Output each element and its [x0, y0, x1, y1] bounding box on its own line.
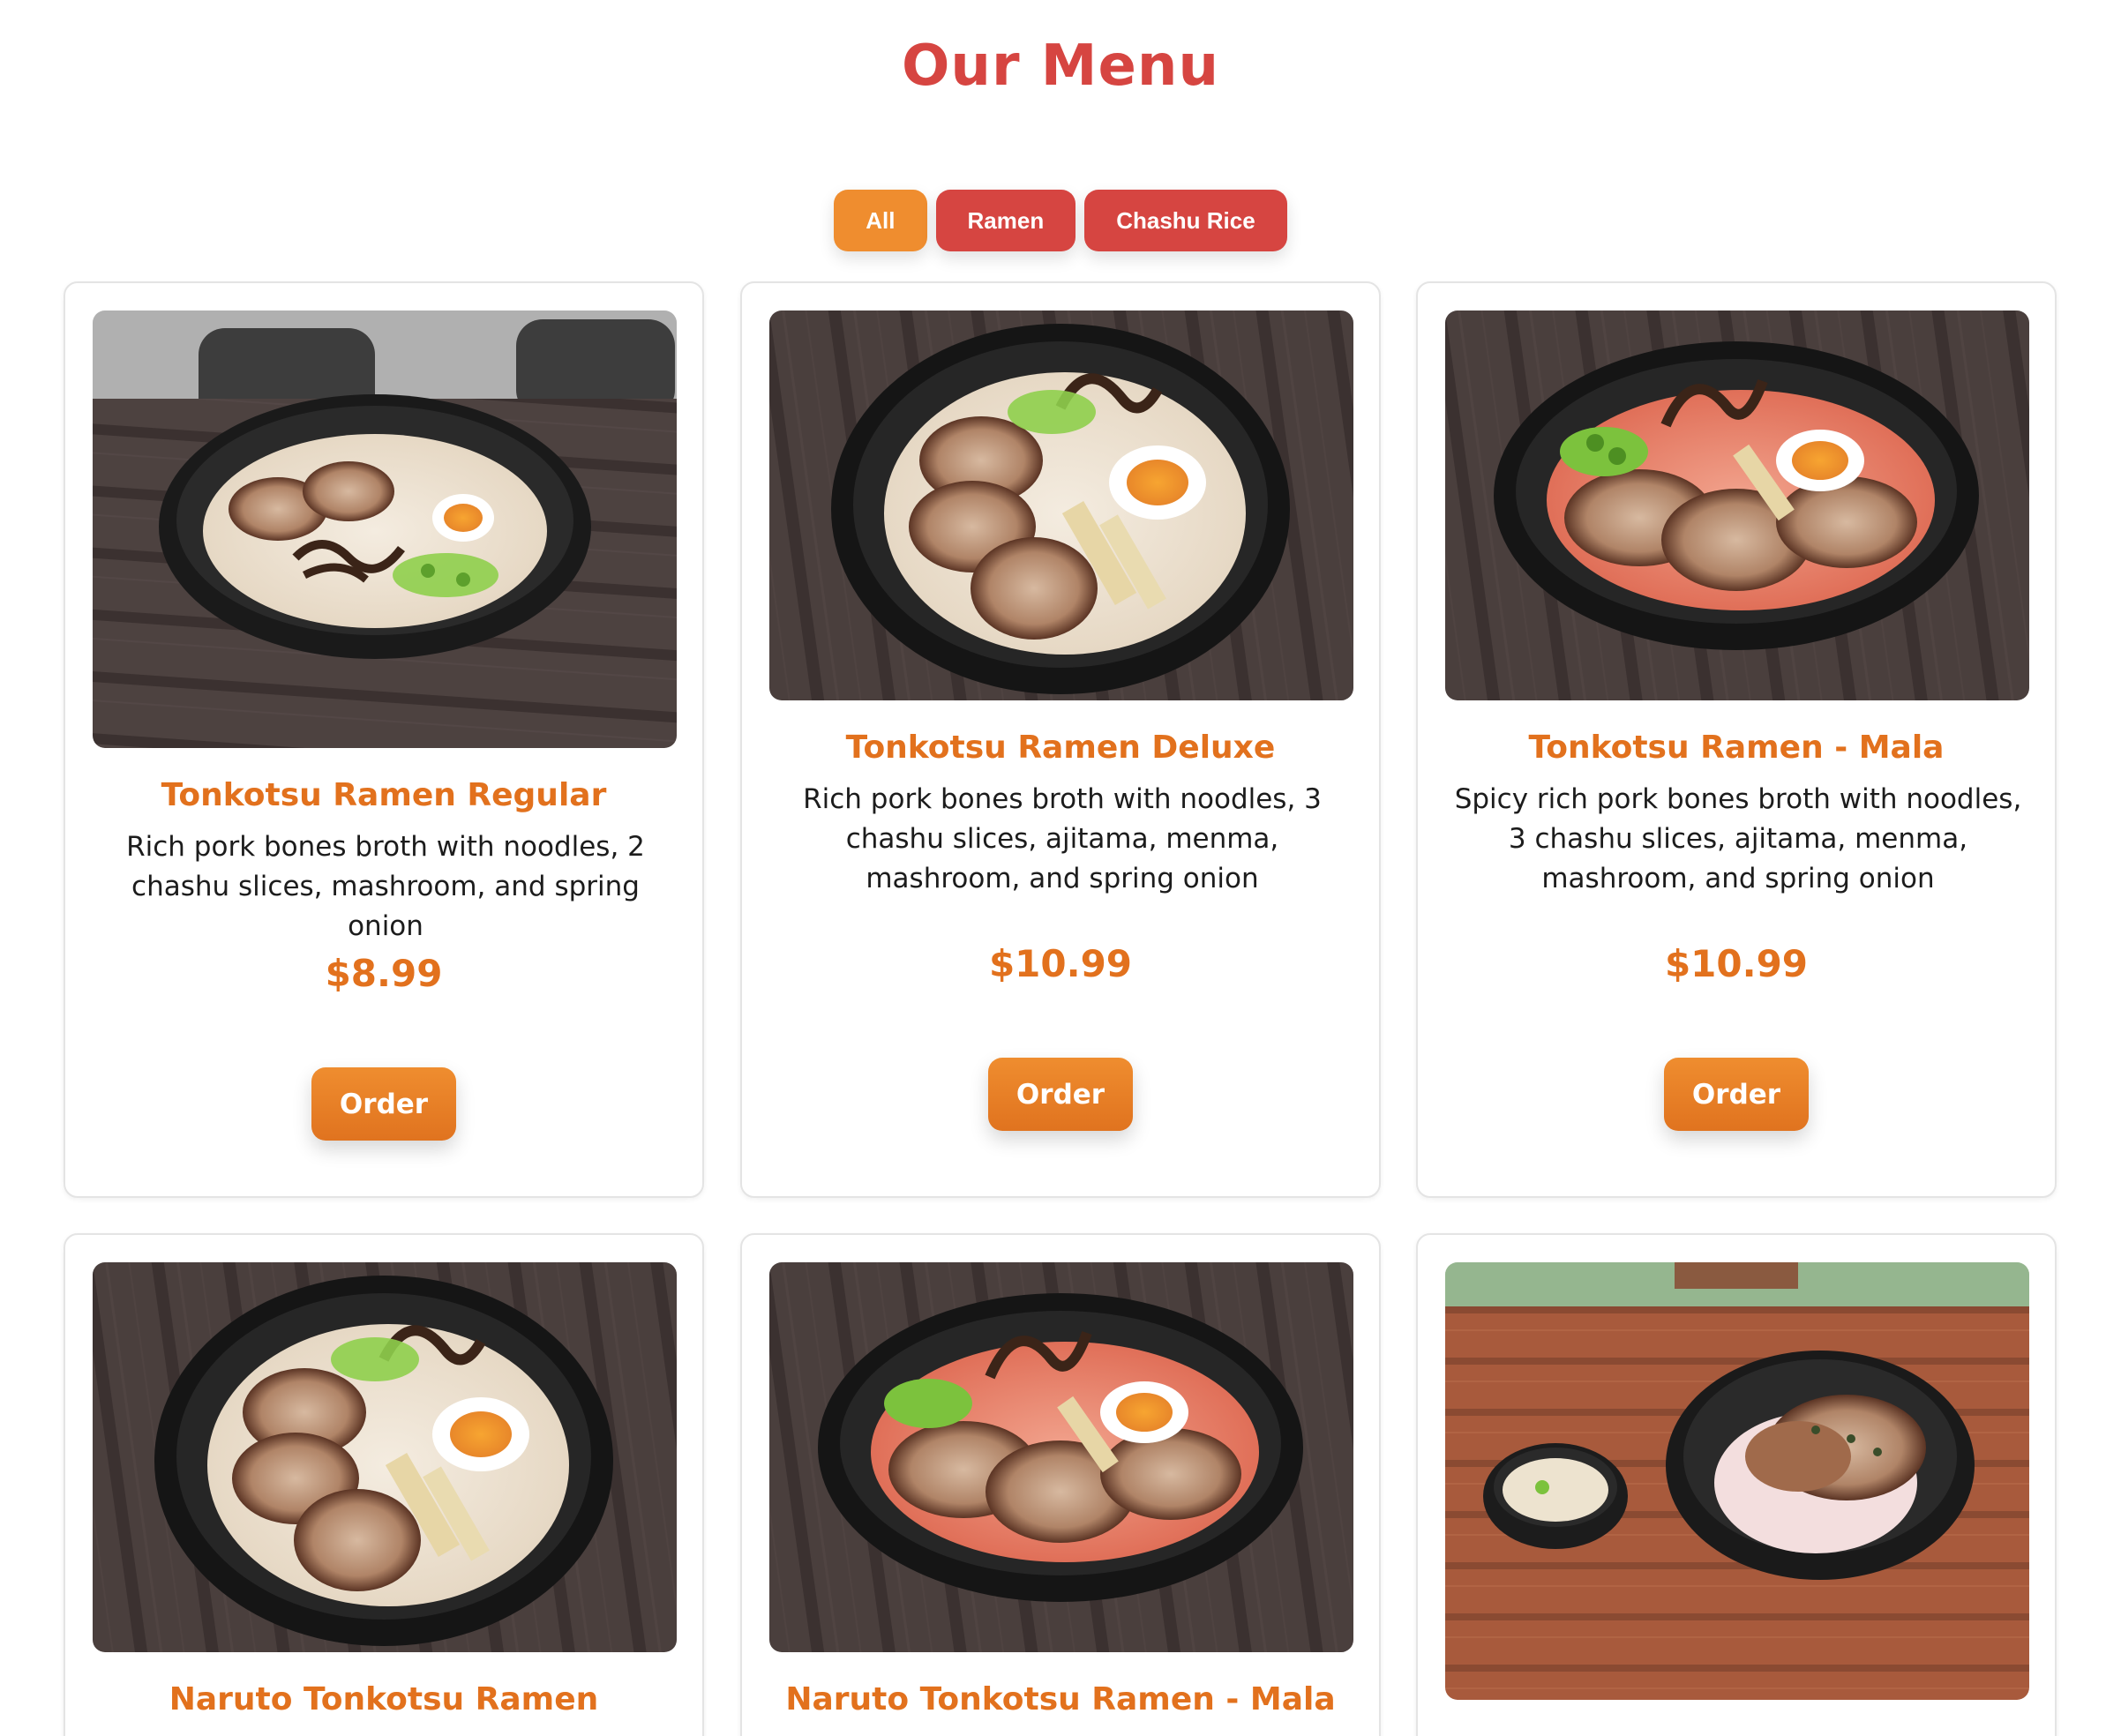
- menu-card: [1416, 1233, 2057, 1736]
- menu-card: Naruto Tonkotsu Ramen: [64, 1233, 704, 1736]
- chashu-rice-bowl-photo: [1445, 1262, 2029, 1700]
- menu-item-price: $10.99: [988, 942, 1133, 985]
- tonkotsu-ramen-regular-photo: [93, 311, 677, 748]
- menu-item-name: Naruto Tonkotsu Ramen - Mala: [785, 1681, 1336, 1717]
- menu-item-name: Tonkotsu Ramen Deluxe: [845, 730, 1276, 766]
- menu-card: Tonkotsu Ramen Deluxe Rich pork bones br…: [740, 281, 1381, 1198]
- order-button[interactable]: Order: [1664, 1058, 1809, 1131]
- menu-item-name: Tonkotsu Ramen - Mala: [1528, 730, 1945, 766]
- menu-item-name: Naruto Tonkotsu Ramen: [169, 1681, 599, 1717]
- menu-item-price: $8.99: [325, 952, 443, 995]
- tonkotsu-ramen-mala-photo: [1445, 311, 2029, 700]
- naruto-tonkotsu-ramen-photo: [93, 1262, 677, 1652]
- filter-chashu-rice-button[interactable]: Chashu Rice: [1084, 190, 1287, 251]
- order-button[interactable]: Order: [311, 1067, 456, 1141]
- menu-item-description: Spicy rich pork bones broth with noodles…: [1454, 783, 2022, 894]
- filter-ramen-button[interactable]: Ramen: [935, 190, 1076, 251]
- naruto-tonkotsu-ramen-mala-photo: [769, 1262, 1353, 1652]
- order-button[interactable]: Order: [988, 1058, 1133, 1131]
- category-filters: All Ramen Chashu Rice: [0, 190, 2121, 251]
- page-title: Our Menu: [901, 34, 1220, 99]
- menu-item-description: Rich pork bones broth with noodles, 2 ch…: [126, 831, 645, 942]
- menu-card: Naruto Tonkotsu Ramen - Mala: [740, 1233, 1381, 1736]
- menu-item-name: Tonkotsu Ramen Regular: [161, 777, 607, 813]
- menu-item-price: $10.99: [1664, 942, 1809, 985]
- menu-item-description: Rich pork bones broth with noodles, 3 ch…: [803, 783, 1322, 894]
- menu-card: Tonkotsu Ramen Regular Rich pork bones b…: [64, 281, 704, 1198]
- menu-card: Tonkotsu Ramen - Mala Spicy rich pork bo…: [1416, 281, 2057, 1198]
- tonkotsu-ramen-deluxe-photo: [769, 311, 1353, 700]
- filter-all-button[interactable]: All: [834, 190, 927, 251]
